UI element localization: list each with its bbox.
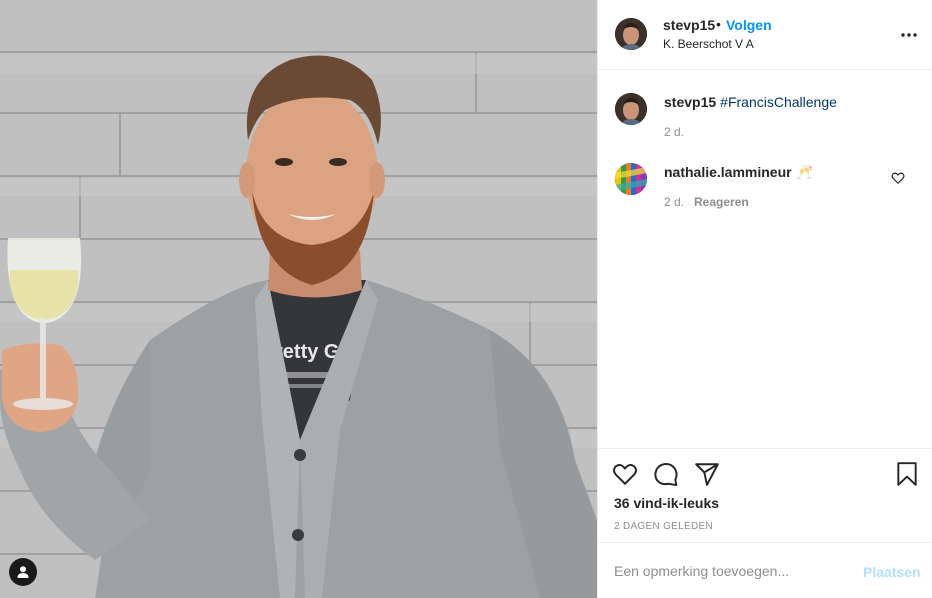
user-tag-button[interactable] (9, 558, 37, 586)
paper-plane-icon[interactable] (694, 461, 720, 487)
caption-time[interactable]: 2 d. (664, 125, 684, 139)
likes-count[interactable]: 36 vind-ik-leuks (614, 495, 719, 511)
add-comment-bar: Plaatsen (598, 542, 932, 598)
reply-button[interactable]: Reageren (694, 195, 749, 209)
caption-avatar[interactable] (615, 93, 647, 125)
comment-username[interactable]: nathalie.lammineur (664, 164, 792, 180)
commenter-avatar[interactable] (615, 163, 647, 195)
post-photo[interactable]: retty Gr (0, 0, 597, 598)
photo-scene: retty Gr (0, 0, 597, 598)
heart-outline-icon[interactable] (891, 171, 905, 185)
comment-emoji: 🥂 (795, 164, 814, 180)
caption-hashtag[interactable]: #FrancisChallenge (720, 94, 837, 110)
comment-meta: 2 d. Reageren (664, 195, 749, 209)
post-comment-button[interactable]: Plaatsen (863, 564, 921, 580)
post-side-panel: stevp15 • Volgen K. Beerschot V A stevp1… (597, 0, 932, 598)
post-location[interactable]: K. Beerschot V A (663, 37, 754, 51)
bookmark-icon[interactable] (894, 461, 920, 487)
caption-username[interactable]: stevp15 (664, 94, 716, 110)
comment-time[interactable]: 2 d. (664, 195, 684, 209)
follow-button[interactable]: Volgen (726, 17, 772, 33)
post-header: stevp15 • Volgen K. Beerschot V A (598, 0, 932, 70)
author-avatar[interactable] (615, 18, 647, 50)
more-horizontal-icon[interactable] (900, 27, 918, 43)
separator-dot: • (716, 16, 721, 32)
caption-text: stevp15 #FrancisChallenge (664, 94, 837, 110)
comment-input[interactable] (614, 557, 854, 585)
comment-text: nathalie.lammineur 🥂 (664, 164, 813, 181)
heart-outline-icon[interactable] (612, 461, 638, 487)
author-username[interactable]: stevp15 (663, 17, 715, 33)
comments-list: stevp15 #FrancisChallenge 2 d. nathalie.l… (598, 70, 932, 448)
comment-bubble-icon[interactable] (653, 461, 679, 487)
user-tag-icon (17, 566, 29, 578)
post-date[interactable]: 2 DAGEN GELEDEN (614, 521, 713, 532)
post-actions: 36 vind-ik-leuks 2 DAGEN GELEDEN (598, 448, 932, 542)
